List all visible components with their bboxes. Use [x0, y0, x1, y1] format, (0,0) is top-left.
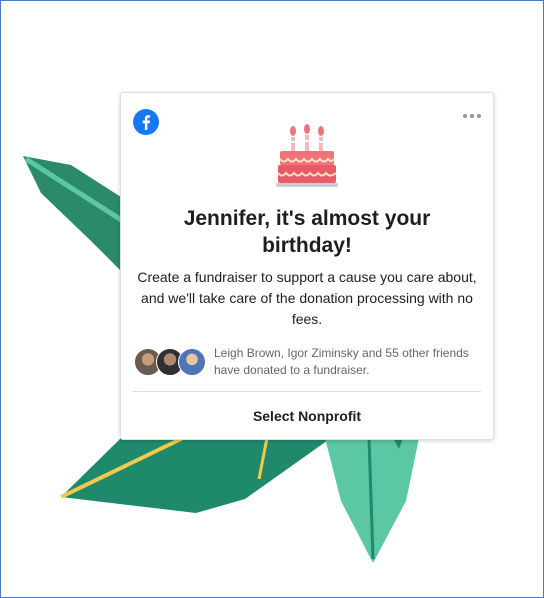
friends-donated-text: Leigh Brown, Igor Ziminsky and 55 other …: [214, 346, 469, 377]
fundraiser-card: Jennifer, it's almost your birthday! Cre…: [120, 92, 494, 440]
facebook-logo-icon[interactable]: [133, 109, 159, 135]
birthday-cake-icon: [276, 124, 338, 187]
more-options-icon[interactable]: [461, 111, 483, 121]
avatar: [178, 348, 206, 376]
card-description: Create a fundraiser to support a cause y…: [137, 269, 477, 327]
select-nonprofit-button[interactable]: Select Nonprofit: [121, 392, 493, 439]
card-title: Jennifer, it's almost your birthday!: [183, 207, 431, 257]
friends-donated: Leigh Brown, Igor Ziminsky and 55 other …: [134, 345, 481, 379]
friend-avatars: [134, 348, 212, 376]
leaf-top-left: [23, 156, 135, 271]
ad-frame: Jennifer, it's almost your birthday! Cre…: [0, 0, 544, 598]
